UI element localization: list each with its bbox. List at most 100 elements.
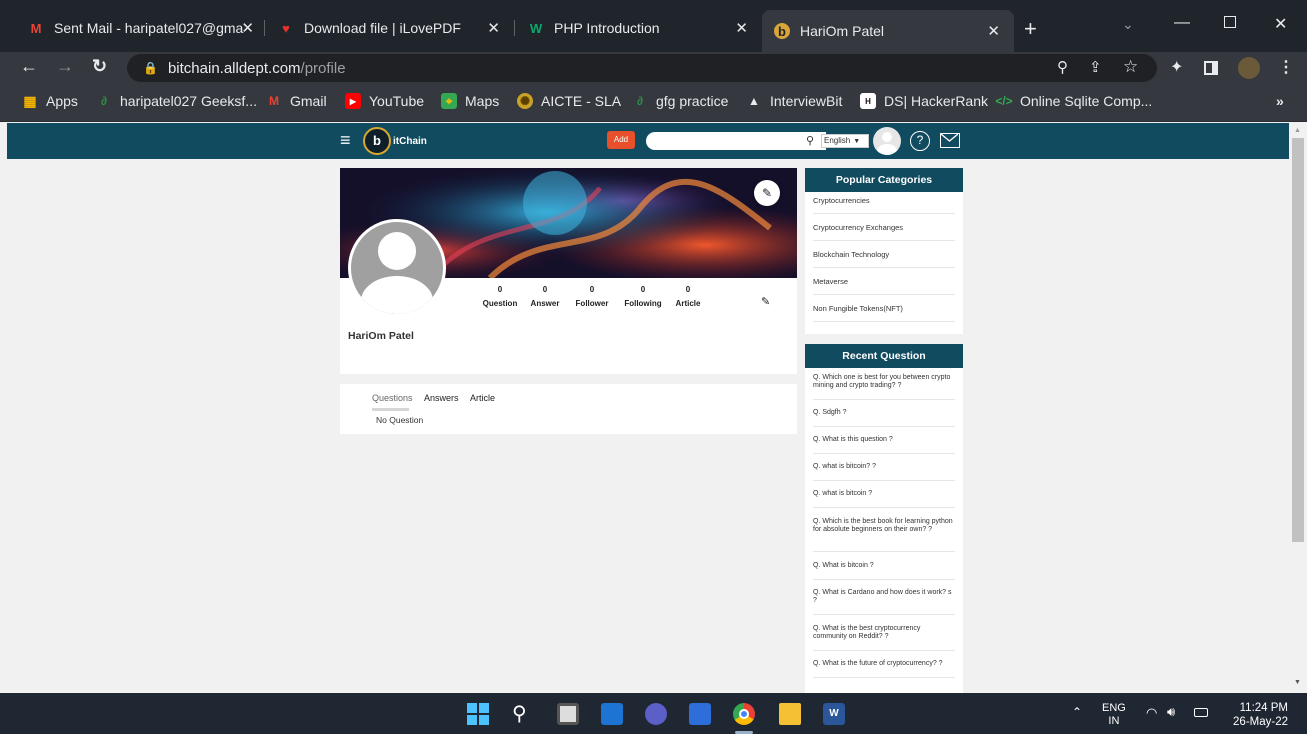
close-window-button[interactable]: ✕ [1274, 14, 1287, 34]
category-item[interactable]: Blockchain Technology [813, 250, 889, 259]
word-icon[interactable]: W [823, 703, 845, 725]
menu-kebab-icon[interactable]: ⋮ [1278, 57, 1294, 77]
bookmark-interviewbit[interactable]: ▲ InterviewBit [746, 93, 842, 109]
chevron-down-icon[interactable]: ⌄ [1122, 16, 1134, 33]
bookmark-gmail[interactable]: M Gmail [266, 93, 327, 109]
close-icon[interactable]: ✕ [987, 22, 1000, 40]
search-icon[interactable]: ⚲ [512, 703, 534, 725]
microsoft-store-icon[interactable] [689, 703, 711, 725]
divider [813, 551, 955, 552]
bookmark-geeksforgeeks[interactable]: ∂ haripatel027 Geeksf... [96, 93, 257, 109]
scroll-up-arrow-icon[interactable]: ▲ [1294, 127, 1301, 134]
question-item[interactable]: Q. What is bitcoin ? [813, 562, 955, 570]
widgets-icon[interactable] [601, 703, 623, 725]
edit-cover-pencil-icon[interactable]: ✎ [754, 180, 780, 206]
bookmark-apps[interactable]: ▦ Apps [22, 93, 78, 110]
question-item[interactable]: Q. What is Cardano and how does it work?… [813, 589, 955, 605]
stat-label: Answer [530, 299, 560, 308]
scrollbar-thumb[interactable] [1292, 138, 1304, 542]
forward-arrow-icon[interactable]: → [56, 56, 74, 77]
more-bookmarks-button[interactable]: » [1276, 93, 1284, 109]
tab-answers[interactable]: Answers [424, 393, 459, 403]
new-tab-button[interactable]: + [1024, 16, 1037, 42]
stat-following[interactable]: 0 Following [618, 285, 668, 308]
question-item[interactable]: Q. Which one is best for you between cry… [813, 374, 955, 390]
category-item[interactable]: Cryptocurrencies [813, 196, 870, 205]
file-explorer-icon[interactable] [779, 703, 801, 725]
chevron-up-icon[interactable]: ⌃ [1072, 705, 1082, 719]
share-icon[interactable]: ⇪ [1089, 58, 1102, 76]
minimize-button[interactable]: — [1174, 14, 1190, 32]
tab-hariom-patel[interactable]: b HariOm Patel ✕ [762, 10, 1014, 52]
search-icon[interactable]: ⚲ [806, 133, 820, 149]
language-indicator[interactable]: ENG IN [1102, 702, 1126, 728]
extensions-icon[interactable]: ✦ [1170, 57, 1183, 77]
browser-tab-strip: M Sent Mail - haripatel027@gma ✕ ♥ Downl… [0, 0, 1307, 52]
volume-icon[interactable]: 🔊︎ [1167, 704, 1175, 720]
category-item[interactable]: Metaverse [813, 277, 848, 286]
side-panel-icon[interactable] [1204, 61, 1218, 75]
language-select[interactable]: English ▼ [821, 134, 869, 148]
task-view-icon[interactable] [557, 703, 579, 725]
stat-answer[interactable]: 0 Answer [526, 285, 564, 308]
question-item[interactable]: Q. Sdgfh ? [813, 409, 955, 417]
category-item[interactable]: Cryptocurrency Exchanges [813, 223, 903, 232]
bookmark-aicte[interactable]: ✺ AICTE - SLA [517, 93, 621, 109]
active-tab-indicator [372, 408, 409, 411]
question-item[interactable]: Q. Which is the best book for learning p… [813, 518, 955, 534]
add-button[interactable]: Add [607, 131, 635, 149]
close-icon[interactable]: ✕ [487, 19, 500, 37]
wifi-icon[interactable]: ◠ [1146, 705, 1157, 721]
back-arrow-icon[interactable]: ← [20, 56, 38, 77]
gmail-icon: M [269, 94, 279, 108]
battery-icon[interactable] [1194, 708, 1208, 717]
bookmark-star-icon[interactable]: ☆ [1123, 57, 1138, 77]
bookmark-label: Maps [465, 93, 500, 109]
edit-profile-pencil-icon[interactable]: ✎ [761, 295, 770, 308]
avatar[interactable] [1238, 57, 1260, 79]
envelope-flap-shape [941, 134, 958, 142]
question-item[interactable]: Q. What is the best cryptocurrency commu… [813, 625, 955, 641]
stat-follower[interactable]: 0 Follower [568, 285, 616, 308]
stat-label: Follower [575, 299, 609, 308]
bookmark-maps[interactable]: ⌖ Maps [441, 93, 499, 109]
site-logo[interactable]: b itChain [363, 127, 427, 155]
reload-icon[interactable]: ↻ [92, 56, 107, 77]
user-avatar[interactable] [873, 127, 901, 155]
question-item[interactable]: Q. what is bitcoin ? [813, 490, 955, 498]
hamburger-menu-icon[interactable]: ≡ [340, 131, 351, 149]
maps-icon: ⌖ [441, 93, 457, 109]
category-item[interactable]: Non Fungible Tokens(NFT) [813, 304, 903, 313]
question-item[interactable]: Q. What is the future of cryptocurrency?… [813, 660, 955, 668]
tab-ilovepdf[interactable]: ♥ Download file | iLovePDF ✕ [266, 12, 514, 44]
close-icon[interactable]: ✕ [241, 19, 254, 37]
mail-envelope-icon[interactable] [940, 133, 960, 148]
stat-question[interactable]: 0 Question [480, 285, 520, 308]
chrome-icon[interactable] [733, 703, 755, 725]
bookmark-hackerrank[interactable]: H DS| HackerRank [860, 93, 988, 109]
teams-chat-icon[interactable] [645, 703, 667, 725]
question-item[interactable]: Q. What is this question ? [813, 436, 955, 444]
stat-article[interactable]: 0 Article [668, 285, 708, 308]
bookmark-label: Gmail [290, 93, 327, 109]
restore-button[interactable] [1224, 16, 1236, 28]
bookmark-online-sqlite[interactable]: </> Online Sqlite Comp... [995, 93, 1152, 109]
help-icon[interactable]: ? [910, 131, 930, 151]
stat-value: 0 [542, 285, 548, 294]
profile-avatar[interactable] [348, 219, 446, 317]
search-input[interactable] [646, 132, 826, 150]
zoom-icon[interactable]: ⚲ [1057, 58, 1068, 76]
bookmark-youtube[interactable]: ▶ YouTube [345, 93, 424, 109]
tab-sent-mail[interactable]: M Sent Mail - haripatel027@gma ✕ [16, 12, 264, 44]
tab-php-introduction[interactable]: W PHP Introduction ✕ [516, 12, 762, 44]
close-icon[interactable]: ✕ [735, 19, 748, 37]
tab-questions[interactable]: Questions [372, 393, 413, 403]
clock[interactable]: 11:24 PM 26-May-22 [1226, 701, 1288, 729]
address-bar[interactable]: 🔒 bitchain.alldept.com/profile ⚲ ⇪ ☆ [127, 54, 1157, 82]
question-item[interactable]: Q. what is bitcoin? ? [813, 463, 955, 471]
recent-title: Recent Question [805, 344, 963, 368]
scroll-down-arrow-icon[interactable]: ▼ [1294, 679, 1301, 686]
bookmark-gfg-practice[interactable]: ∂ gfg practice [632, 93, 728, 109]
windows-start-icon[interactable] [467, 703, 489, 725]
tab-article[interactable]: Article [470, 393, 495, 403]
